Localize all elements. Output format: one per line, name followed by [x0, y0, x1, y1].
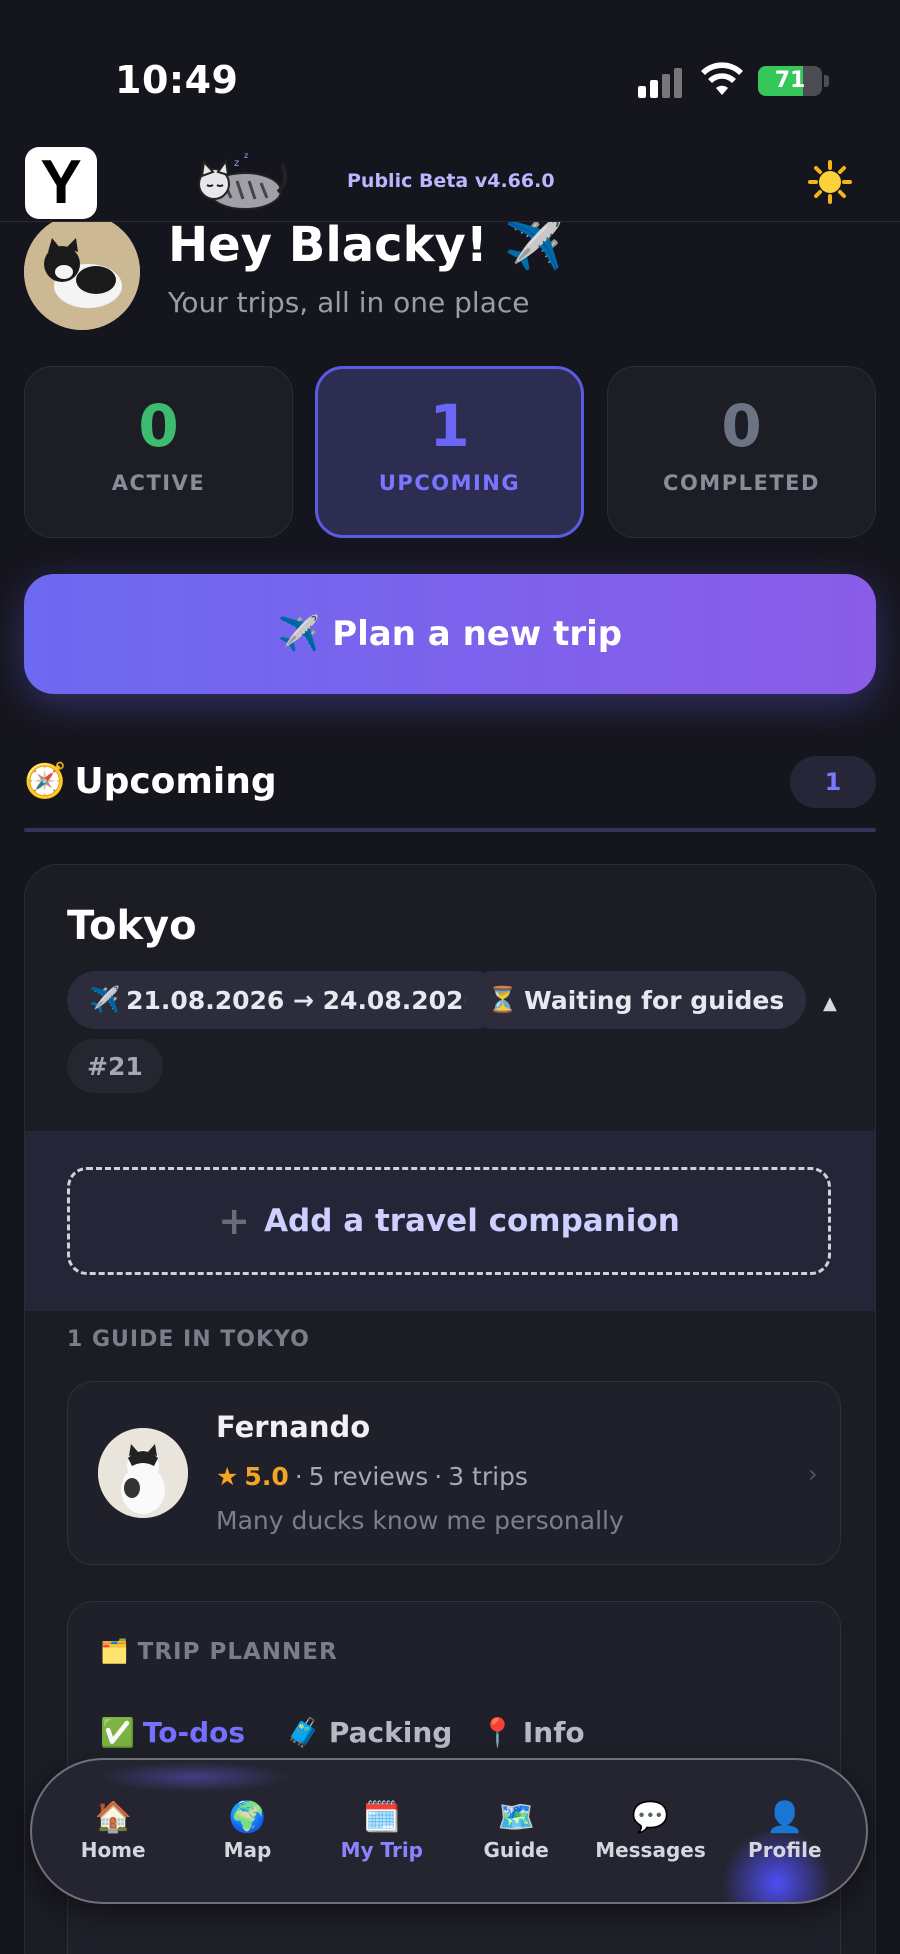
sun-icon[interactable]	[808, 160, 852, 204]
calendar-icon: 🗓️	[363, 1800, 401, 1835]
trip-dates-chip: ✈️ 21.08.2026 → 24.08.2026	[67, 971, 503, 1029]
tab-label: Map	[223, 1838, 272, 1862]
tab-info[interactable]: 📍 Info	[480, 1716, 585, 1749]
globe-icon: 🌍	[228, 1800, 267, 1835]
guide-reviews: 5 reviews	[308, 1462, 429, 1491]
stat-label: COMPLETED	[663, 470, 820, 495]
sleeping-cat-icon: z z	[198, 151, 288, 210]
battery-nub	[824, 75, 829, 87]
guide-rating: 5.0	[244, 1462, 289, 1491]
greeting-title: Hey Blacky! ✈️	[168, 217, 565, 273]
guide-card[interactable]: Fernando ★ 5.0 · 5 reviews · 3 trips Man…	[67, 1381, 841, 1565]
battery-icon: 71	[758, 66, 822, 96]
guide-meta: ★ 5.0 · 5 reviews · 3 trips	[216, 1462, 528, 1491]
upcoming-section-header: 🧭 Upcoming	[24, 756, 277, 806]
guides-count-label: 1 GUIDE IN TOKYO	[67, 1327, 310, 1352]
planner-title-label: TRIP PLANNER	[137, 1638, 338, 1665]
stat-value: 0	[721, 392, 762, 460]
guide-avatar	[98, 1428, 188, 1518]
tab-label: Guide	[483, 1838, 549, 1862]
active-tab-glow	[100, 1762, 290, 1792]
tab-label: Packing	[328, 1716, 453, 1749]
battery-percent: 71	[774, 68, 806, 93]
tab-my-trip[interactable]: 🗓️ My Trip	[317, 1800, 447, 1862]
plan-new-trip-button[interactable]: ✈️ Plan a new trip	[24, 574, 876, 694]
checkmark-icon: ✅	[100, 1716, 135, 1749]
status-bar: 10:49 71	[0, 0, 900, 150]
separator: ·	[294, 1462, 303, 1491]
chevron-right-icon: ›	[808, 1460, 818, 1488]
pin-icon: 📍	[480, 1716, 515, 1749]
tab-label: To-dos	[142, 1716, 246, 1749]
app-header: Y z z Public Beta v4.66.0	[0, 140, 900, 222]
section-divider	[24, 828, 876, 832]
tab-profile[interactable]: 👤 Profile	[720, 1800, 850, 1862]
guide-bio: Many ducks know me personally	[216, 1506, 624, 1535]
stat-label: UPCOMING	[378, 470, 521, 495]
airplane-icon: ✈️	[89, 985, 121, 1014]
hourglass-icon: ⏳	[487, 985, 519, 1014]
luggage-icon: 🧳	[286, 1716, 321, 1749]
tab-label: Info	[522, 1716, 585, 1749]
stat-value: 0	[138, 392, 179, 460]
guide-name: Fernando	[216, 1410, 371, 1444]
plus-icon: +	[218, 1199, 251, 1243]
tab-home[interactable]: 🏠 Home	[48, 1800, 178, 1862]
collapse-arrow-icon[interactable]: ▲	[823, 993, 837, 1014]
stat-card-upcoming[interactable]: 1 UPCOMING	[315, 366, 584, 538]
svg-text:z: z	[244, 151, 248, 160]
add-companion-label: Add a travel companion	[264, 1203, 680, 1239]
airplane-icon: ✈️	[277, 614, 321, 654]
separator: ·	[434, 1462, 443, 1491]
trip-dates: 21.08.2026 → 24.08.2026	[126, 985, 481, 1015]
tab-todos[interactable]: ✅ To-dos	[100, 1716, 245, 1749]
tab-label: Profile	[748, 1838, 822, 1862]
chat-bubble-icon: 💬	[631, 1800, 670, 1835]
tab-label: Messages	[595, 1838, 706, 1862]
app-logo[interactable]: Y	[25, 147, 97, 219]
map-icon: 🗺️	[497, 1800, 535, 1835]
tab-packing[interactable]: 🧳 Packing	[286, 1716, 452, 1749]
add-travel-companion-button[interactable]: + Add a travel companion	[67, 1167, 831, 1275]
tab-map[interactable]: 🌍 Map	[182, 1800, 312, 1862]
user-avatar[interactable]	[24, 214, 140, 330]
tab-label: Home	[80, 1838, 146, 1862]
trip-status: Waiting for guides	[524, 985, 785, 1015]
cat-photo	[24, 214, 140, 330]
stat-card-completed[interactable]: 0 COMPLETED	[607, 366, 876, 538]
beta-version-label: Public Beta v4.66.0	[347, 170, 555, 192]
trip-planner-title: 🗂️ TRIP PLANNER	[100, 1638, 338, 1666]
folder-icon: 🗂️	[100, 1639, 130, 1665]
home-icon: 🏠	[94, 1800, 132, 1835]
section-title: Upcoming	[74, 760, 277, 802]
compass-icon: 🧭	[24, 761, 67, 801]
plan-new-trip-label: Plan a new trip	[332, 614, 623, 654]
trip-status-chip: ⏳ Waiting for guides	[465, 971, 807, 1029]
greeting-subtitle: Your trips, all in one place	[168, 286, 530, 319]
svg-text:z: z	[234, 158, 239, 169]
stat-label: ACTIVE	[111, 470, 206, 495]
trip-destination: Tokyo	[67, 903, 197, 949]
tab-label: My Trip	[340, 1838, 423, 1862]
stat-card-active[interactable]: 0 ACTIVE	[24, 366, 293, 538]
tab-messages[interactable]: 💬 Messages	[585, 1800, 715, 1862]
cellular-signal-icon	[638, 66, 686, 98]
stat-value: 1	[429, 392, 470, 460]
user-icon: 👤	[766, 1800, 804, 1835]
star-icon: ★	[216, 1462, 239, 1491]
trip-id-tag: #21	[67, 1039, 163, 1093]
guide-trips: 3 trips	[448, 1462, 528, 1491]
wifi-icon	[701, 62, 743, 95]
tab-guide[interactable]: 🗺️ Guide	[451, 1800, 581, 1862]
status-time: 10:49	[115, 58, 239, 102]
upcoming-count-badge: 1	[790, 756, 876, 808]
